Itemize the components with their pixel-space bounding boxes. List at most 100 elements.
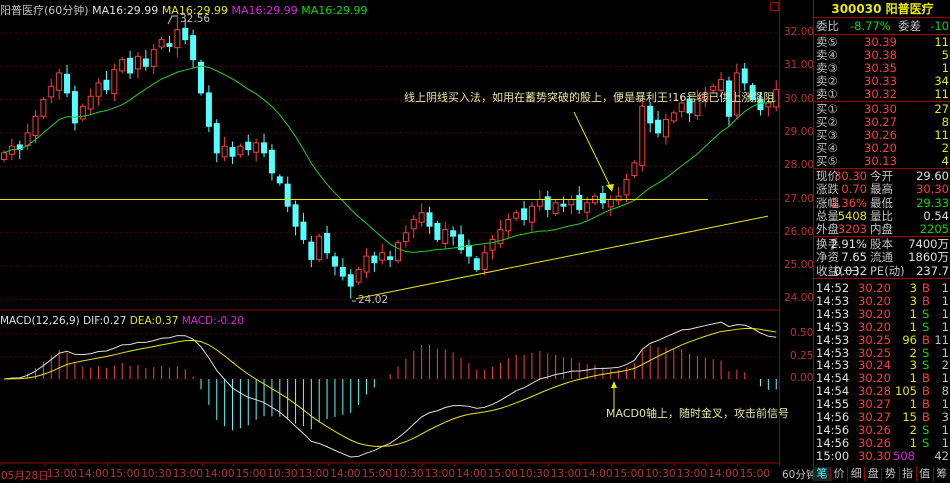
weibi-label: 委比 [816,19,839,33]
stat-row: 总量 5408 量比 0.54 [814,208,950,223]
time-tick-label: 14:00 [582,468,613,480]
ask-row[interactable]: 卖① 30.32 11 [814,88,950,101]
tick-side: B [922,293,930,308]
stock-title: 300030 阳普医疗 [831,2,934,16]
annotation-text-macd: MACD0轴上，随时金叉，攻击前信号 [606,407,789,420]
price-tick-label: 31.00 [784,59,815,72]
tick-side: B [922,332,930,347]
tick-price: 30.26 [858,435,891,450]
price-tick-label: 26.00 [784,225,815,238]
candle [552,200,559,217]
tick-time: 14:53 [816,332,850,347]
tick-price: 30.20 [858,306,891,321]
stat-row: 外盘 3203 内盘 2205 [814,223,950,236]
time-tick-label: 10:30 [267,468,298,480]
fund-row: 净资 7.65 流通 1860万 [814,251,950,264]
stat-row: 现价 30.30 今开 29.60 [814,170,950,183]
candle [473,256,480,273]
fund-label: 股本 [870,237,893,251]
tick-count: 1 [941,422,949,437]
candle [40,96,47,119]
weicha-label: 委差 [898,19,921,33]
candle [119,56,126,74]
candle [198,59,204,96]
tick-count: 1 [941,293,949,308]
stat-label: 外盘 [816,222,839,237]
fund-row: 收益(一) 0.032 PE(动) 237.7 [814,264,950,278]
tick-price: 30.26 [858,422,891,437]
time-tick-label: 15:00 [487,468,519,480]
trade-tick-row: 14:53 30.25 96 B 11 [814,332,950,347]
period-selector[interactable]: 60分钟 [782,467,816,482]
fund-value: 1860万 [908,250,949,265]
stat-label: 量比 [870,208,893,223]
tab-1[interactable]: 价 [830,467,847,481]
fund-value: 7.65 [841,250,867,265]
stat-value: 2205 [919,222,949,237]
stat-label: 今开 [870,169,893,183]
tick-side: S [922,319,930,334]
time-tick-label: 15:00 [739,468,771,480]
bid-label: 买⑤ [816,154,838,168]
macd-title-bar: MACD(12,26,9) DIF:0.27 DEA:0.37 MACD:-0.… [0,315,244,327]
stat-label: 内盘 [870,222,893,237]
tick-time: 15:00 [816,448,850,463]
time-tick-label: 14:00 [456,468,487,480]
ma-value-3: MA16:29.99 [231,4,298,17]
stat-row: 涨幅 2.36% 最低 29.33 [814,195,950,210]
stat-value: 0.70 [841,182,867,197]
price-tick-label: 29.00 [784,125,815,138]
price-tick-label: 30.00 [784,92,815,105]
tab-2[interactable]: 细 [847,467,864,481]
dea-value: DEA:0.37 [129,315,179,327]
tab-5[interactable]: 指 [898,467,916,481]
time-tick-label: 10:30 [519,468,550,480]
ask-label: 卖① [816,87,838,101]
tick-volume: 1 [909,319,917,334]
tab-7[interactable]: 筹 [932,467,950,481]
stat-label: 涨跌 [816,182,839,197]
tick-price: 30.20 [858,293,891,308]
annotation-text-top: 线上阴线买入法，如用在蓄势突破的股上，便是暴利王!16号线已供上涨强阻 [404,91,775,104]
time-tick-label: 14:00 [330,468,361,480]
bid-row[interactable]: 买⑤ 30.13 4 [814,155,950,168]
tab-0[interactable]: 笔 [813,467,830,481]
candle [631,160,638,179]
window-toggle-button[interactable] [770,2,779,11]
time-tick-label: 15:00 [613,468,645,480]
stat-value: 0.54 [923,208,949,223]
tab-4[interactable]: 势 [881,467,898,481]
stat-value: 2.36% [830,195,867,210]
fund-label: 流通 [870,250,893,265]
tick-count: 1 [941,319,949,334]
candle [395,240,401,264]
price-tick-label: 24.00 [784,292,815,305]
weicha-value: -10 [930,19,949,33]
tick-count: 1 [941,435,949,450]
stat-value: 29.33 [916,195,949,210]
tab-3[interactable]: 盘 [864,467,881,481]
tick-time: 14:56 [816,435,850,450]
bid-volume: 4 [941,154,949,168]
tick-count: 42 [934,448,949,463]
time-tick-label: 14:00 [204,468,235,480]
tick-time: 14:56 [816,422,850,437]
price-tick-label: 32.00 [784,26,815,38]
ma-value-4: MA16:29.99 [301,4,368,17]
tick-price: 30.20 [858,319,891,334]
bid-price: 30.13 [864,154,897,168]
trade-tick-row: 14:53 30.20 3 B 1 [814,293,950,308]
time-tick-label: 10:30 [645,468,676,480]
weibi-value: -8.77% [850,19,891,33]
trade-tick-row: 14:56 30.26 1 S 1 [814,435,950,450]
tick-volume: 96 [902,332,917,347]
stat-value: 30.30 [916,182,949,197]
kline-chart[interactable] [0,0,780,466]
tick-volume: 2 [909,422,917,437]
candle [355,266,362,285]
high-price-label: 32.56 [180,13,211,25]
tick-count: 1 [941,306,949,321]
tick-side: S [922,422,930,437]
stat-value: 30.30 [834,169,867,183]
tab-6[interactable]: 值 [915,467,933,481]
